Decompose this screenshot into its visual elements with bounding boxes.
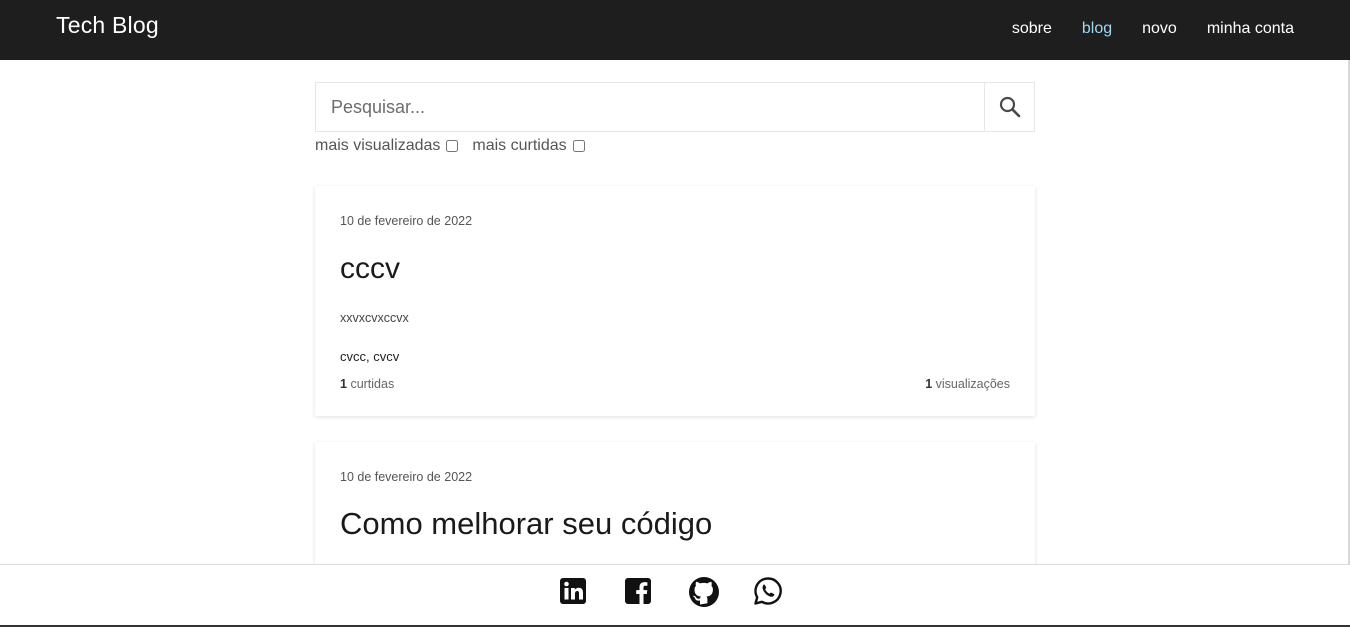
- post-views-count: 1: [925, 377, 933, 391]
- post-title[interactable]: cccv: [340, 252, 400, 286]
- post-card[interactable]: 10 de fevereiro de 2022 Como melhorar se…: [315, 442, 1035, 582]
- post-card[interactable]: 10 de fevereiro de 2022 cccv xxvxcvxccvx…: [315, 186, 1035, 416]
- search-input[interactable]: [316, 83, 984, 131]
- nav-link-novo[interactable]: novo: [1142, 20, 1177, 38]
- filter-most-liked[interactable]: mais curtidas: [472, 137, 585, 155]
- filter-options: mais visualizadas mais curtidas: [315, 137, 599, 155]
- post-likes-count: 1: [340, 377, 347, 391]
- filter-most-liked-label: mais curtidas: [472, 137, 567, 154]
- footer: [0, 564, 1350, 627]
- post-views-label: visualizações: [935, 377, 1010, 391]
- whatsapp-icon[interactable]: [753, 576, 783, 606]
- linkedin-icon[interactable]: [558, 576, 588, 606]
- main-nav: sobre blog novo minha conta: [1012, 20, 1294, 38]
- post-date: 10 de fevereiro de 2022: [340, 214, 473, 228]
- brand-logo[interactable]: Tech Blog: [56, 12, 159, 39]
- filter-most-liked-checkbox[interactable]: [572, 140, 585, 152]
- post-likes: 1 curtidas: [340, 377, 394, 391]
- post-title[interactable]: Como melhorar seu código: [340, 506, 712, 542]
- post-date: 10 de fevereiro de 2022: [340, 470, 473, 484]
- search-button[interactable]: [984, 83, 1034, 131]
- search-bar: [315, 82, 1035, 132]
- post-likes-label: curtidas: [350, 377, 395, 391]
- filter-most-viewed-label: mais visualizadas: [315, 137, 441, 154]
- nav-link-blog[interactable]: blog: [1082, 20, 1112, 38]
- github-icon[interactable]: [688, 576, 719, 607]
- post-tags: cvcc, cvcv: [340, 349, 400, 364]
- facebook-icon[interactable]: [623, 576, 653, 606]
- top-navbar: Tech Blog sobre blog novo minha conta: [0, 0, 1350, 60]
- filter-most-viewed-checkbox[interactable]: [446, 140, 459, 152]
- post-views: 1 visualizações: [925, 377, 1010, 391]
- nav-link-sobre[interactable]: sobre: [1012, 20, 1052, 38]
- filter-most-viewed[interactable]: mais visualizadas: [315, 137, 459, 155]
- social-links: [558, 576, 783, 607]
- post-excerpt: xxvxcvxccvx: [340, 311, 409, 325]
- search-icon: [999, 96, 1020, 118]
- nav-link-minha-conta[interactable]: minha conta: [1207, 20, 1294, 38]
